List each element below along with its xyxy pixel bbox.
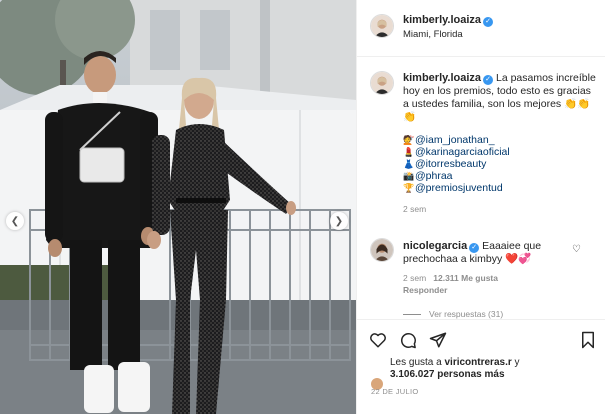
comment-meta: 2 sem 12.311 Me gusta (403, 273, 573, 283)
author-avatar[interactable] (370, 14, 394, 38)
mention-itorresbeauty[interactable]: 👗@itorresbeauty (403, 158, 598, 170)
mention-karinagarciaoficial[interactable]: 💄@karinagarciaoficial (403, 146, 598, 158)
chevron-right-icon[interactable]: ❯ (330, 212, 348, 230)
caption-timestamp[interactable]: 2 sem (403, 204, 598, 214)
mention-iam-jonathan[interactable]: 💇@iam_jonathan_ (403, 134, 598, 146)
commenter-username[interactable]: nicolegarcia (403, 240, 467, 252)
author-username[interactable]: kimberly.loaiza (403, 14, 481, 26)
post-actions: Les gusta a viricontreras.r y 3.106.027 … (357, 319, 605, 414)
caption-username[interactable]: kimberly.loaiza (403, 72, 481, 84)
post-date[interactable]: 22 DE JULIO (371, 387, 418, 396)
view-replies[interactable]: Ver respuestas (31) (403, 309, 503, 319)
comment-likes[interactable]: 12.311 Me gusta (433, 273, 498, 283)
comment-timestamp[interactable]: 2 sem (403, 273, 426, 283)
heart-outline-icon[interactable] (369, 331, 387, 349)
likes-prefix: Les gusta a (390, 357, 445, 368)
liker-username[interactable]: viricontreras.r (444, 357, 511, 368)
send-icon[interactable] (429, 331, 447, 349)
post-details-panel: kimberly.loaiza ✓ Miami, Florida kimberly… (356, 0, 605, 414)
comment-like-heart-icon[interactable]: ♡ (572, 244, 581, 255)
mention-phraa[interactable]: 📸@phraa (403, 170, 598, 182)
post-photo[interactable]: ❮ ❯ (0, 0, 356, 414)
post-photo-illustration (0, 0, 356, 414)
comment-reply-button[interactable]: Responder (403, 285, 573, 295)
comment-item: nicolegarcia ✓ Eaaaiee que prechochaa a k… (403, 240, 573, 295)
caption-author-avatar[interactable] (370, 71, 394, 95)
likes-count[interactable]: 3.106.027 personas más (390, 369, 505, 380)
post-caption: kimberly.loaiza ✓ La pasamos increíble ho… (403, 72, 598, 214)
likes-summary: Les gusta a viricontreras.r y 3.106.027 … (390, 357, 595, 381)
post-location[interactable]: Miami, Florida (403, 29, 463, 40)
bookmark-icon[interactable] (579, 331, 597, 349)
chevron-left-icon[interactable]: ❮ (6, 212, 24, 230)
verified-badge-icon: ✓ (483, 17, 494, 27)
likes-conjunction: y (511, 357, 520, 368)
comment-icon[interactable] (399, 331, 417, 349)
commenter-avatar[interactable] (370, 238, 394, 262)
post-header: kimberly.loaiza ✓ Miami, Florida (357, 0, 605, 57)
caption-mentions: 💇@iam_jonathan_ 💄@karinagarciaoficial 👗@… (403, 134, 598, 194)
mention-premiosjuventud[interactable]: 🏆@premiosjuventud (403, 182, 598, 194)
verified-badge-icon: ✓ (469, 243, 480, 253)
comment-heart-emojis: ❤️💞 (505, 253, 532, 265)
verified-badge-icon: ✓ (483, 75, 494, 85)
